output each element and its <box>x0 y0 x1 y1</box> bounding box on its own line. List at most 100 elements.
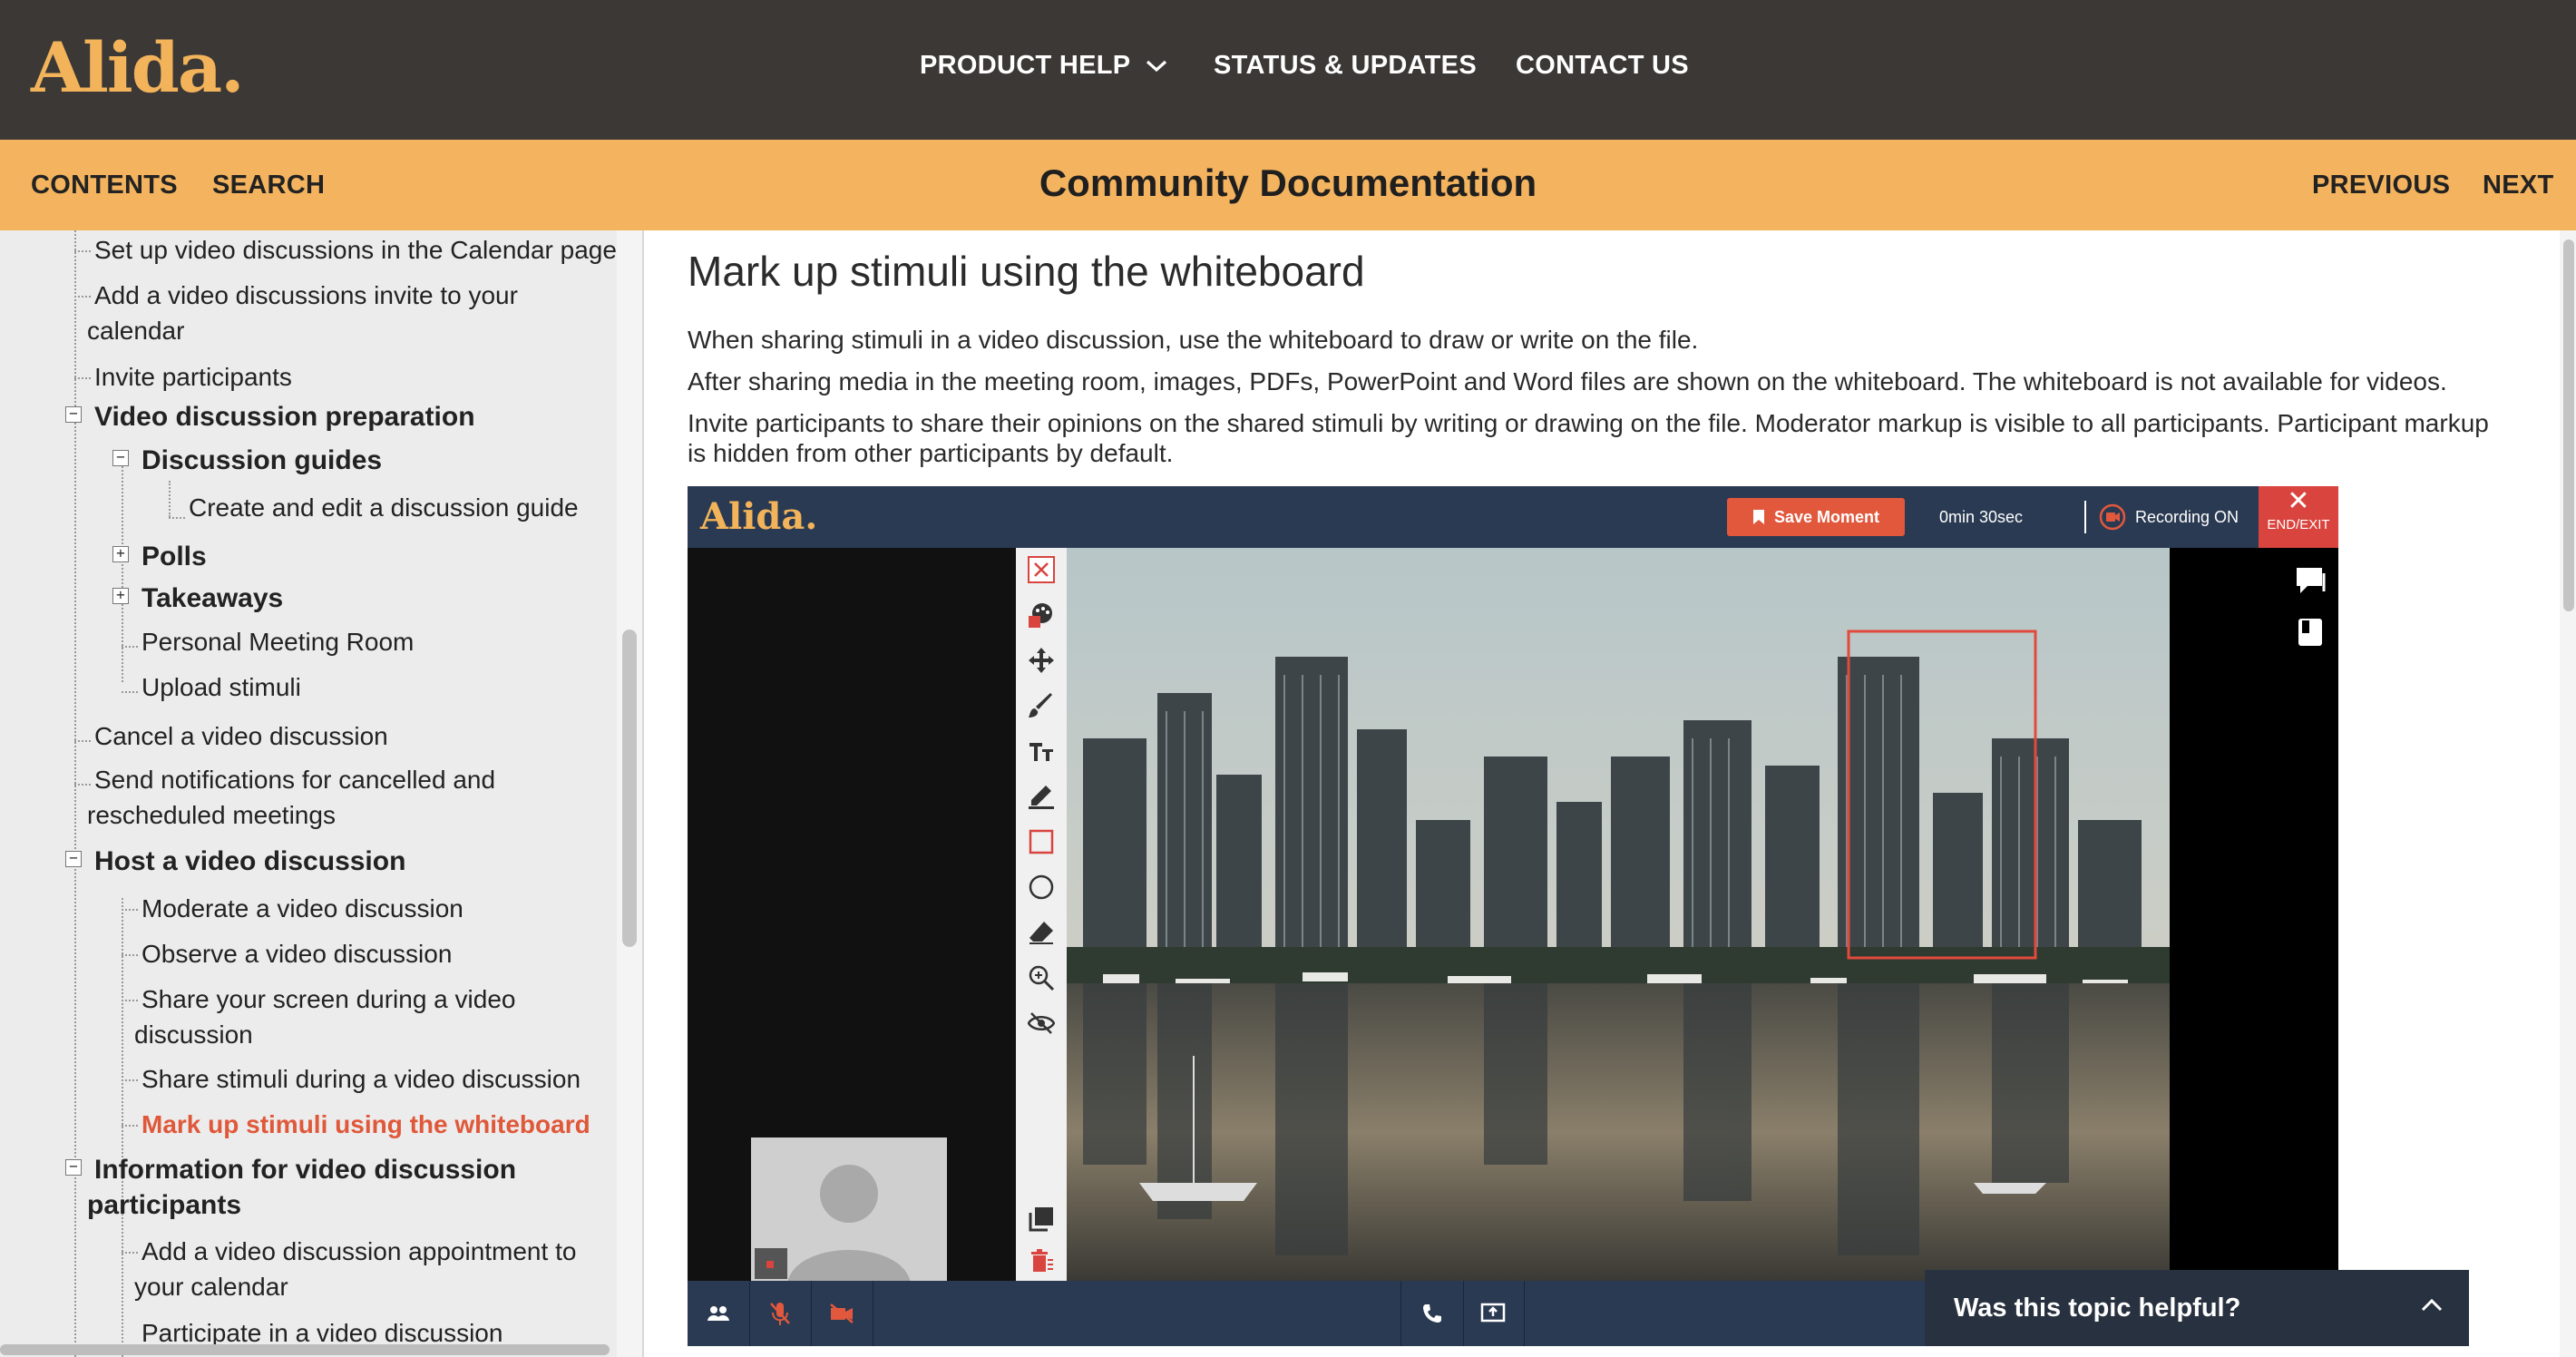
zoom-icon <box>1027 963 1056 992</box>
hide-markup-icon <box>1027 1009 1056 1038</box>
side-panel <box>2170 548 2338 1281</box>
top-header: Alida. PRODUCT HELP STATUS & UPDATES CON… <box>0 0 2576 140</box>
toc-link[interactable]: Set up video discussions in the Calendar… <box>94 232 617 268</box>
toc-link[interactable]: Cancel a video discussion <box>94 718 388 754</box>
site-title: Community Documentation <box>1039 161 1537 204</box>
paragraph: After sharing media in the meeting room,… <box>688 367 2447 395</box>
city-skyline-image <box>1067 548 2170 1281</box>
sidebar-horizontal-scrollbar[interactable] <box>0 1344 610 1355</box>
mic-muted-icon <box>749 1281 812 1346</box>
whiteboard-toolbar <box>1016 548 1067 1281</box>
feedback-widget[interactable]: Was this topic helpful? <box>1925 1270 2469 1346</box>
meeting-header: Alida. Save Moment 0min 30sec Recording … <box>688 486 2338 548</box>
end-exit-button: ✕ END/EXIT <box>2259 486 2338 548</box>
save-moment-label: Save Moment <box>1773 507 1880 526</box>
trash-icon <box>1027 1246 1056 1275</box>
toc-link[interactable]: Create and edit a discussion guide <box>189 490 579 525</box>
brush-icon <box>1027 691 1056 720</box>
nav-product-help-label: PRODUCT HELP <box>920 51 1131 80</box>
chevron-down-icon <box>1147 60 1167 72</box>
collapse-toggle-icon[interactable]: − <box>65 406 82 423</box>
close-whiteboard-icon <box>1027 555 1056 584</box>
stimulus-image <box>1067 548 2170 1281</box>
toc-sidebar: − − + + − − Set up video discussions in … <box>0 230 617 1357</box>
page-title: Mark up stimuli using the whiteboard <box>688 248 1365 295</box>
tree-line <box>74 230 76 1357</box>
text-size-icon <box>1027 737 1056 766</box>
rectangle-icon <box>1027 827 1056 856</box>
eraser-icon <box>1027 918 1056 947</box>
tree-line <box>122 455 123 682</box>
chat-icon <box>2297 568 2326 593</box>
pen-icon <box>1027 782 1056 811</box>
tree-line <box>122 954 138 956</box>
tree-line <box>74 740 91 742</box>
toc-section[interactable]: Information for video discussion partici… <box>87 1152 559 1223</box>
toc-link[interactable]: Share stimuli during a video discussion <box>141 1061 581 1097</box>
toc-section[interactable]: Polls <box>141 539 207 574</box>
toc-section[interactable]: Host a video discussion <box>94 844 405 879</box>
feedback-label: Was this topic helpful? <box>1954 1294 2241 1323</box>
next-link[interactable]: NEXT <box>2483 171 2554 200</box>
paragraph: When sharing stimuli in a video discussi… <box>688 326 1699 354</box>
save-moment-button: Save Moment <box>1727 498 1905 536</box>
tree-line <box>169 481 171 517</box>
whiteboard-screenshot: Alida. Save Moment 0min 30sec Recording … <box>688 486 2338 1346</box>
tree-line <box>169 517 185 519</box>
toc-link[interactable]: Add a video discussion appointment to yo… <box>134 1234 606 1304</box>
bookmark-icon <box>1752 510 1764 524</box>
tree-line <box>122 1079 138 1081</box>
phone-icon <box>1400 1281 1464 1346</box>
previous-link[interactable]: PREVIOUS <box>2312 171 2450 200</box>
toc-section[interactable]: Discussion guides <box>141 443 382 478</box>
collapse-toggle-icon[interactable]: − <box>65 851 82 867</box>
alida-logo: Alida. <box>700 495 818 538</box>
toc-section[interactable]: Video discussion preparation <box>94 399 475 434</box>
avatar-placeholder-icon <box>755 1165 911 1283</box>
toc-link[interactable]: Share your screen during a video discuss… <box>134 981 570 1052</box>
self-camera-tile <box>751 1137 947 1283</box>
toc-link-active[interactable]: Mark up stimuli using the whiteboard <box>141 1107 590 1142</box>
expand-toggle-icon[interactable]: + <box>112 546 129 562</box>
tree-line <box>74 377 91 379</box>
move-icon <box>1027 646 1056 675</box>
layers-icon <box>1027 1205 1056 1234</box>
tree-line <box>122 691 138 693</box>
end-exit-label: END/EXIT <box>2267 517 2330 532</box>
toc-link[interactable]: Upload stimuli <box>141 669 301 705</box>
participants-icon <box>688 1281 750 1346</box>
meeting-timer: 0min 30sec <box>1939 508 2024 526</box>
tree-line <box>122 909 138 911</box>
camera-icon <box>2099 503 2126 531</box>
tree-line <box>122 1125 138 1127</box>
recording-status: Recording ON <box>2084 501 2239 533</box>
expand-toggle-icon[interactable]: + <box>112 588 129 604</box>
toc-link[interactable]: Invite participants <box>94 359 292 395</box>
sidebar-scrollbar-thumb[interactable] <box>622 630 637 947</box>
share-screen-icon <box>1462 1281 1525 1346</box>
paragraph: Invite participants to share their opini… <box>688 409 2489 467</box>
toc-link[interactable]: Observe a video discussion <box>141 936 452 971</box>
nav-product-help[interactable]: PRODUCT HELP <box>920 51 1168 81</box>
nav-status-updates[interactable]: STATUS & UPDATES <box>1214 51 1477 81</box>
tree-line <box>74 250 91 252</box>
recording-label: Recording ON <box>2135 507 2239 526</box>
chevron-up-icon[interactable] <box>2420 1297 2444 1313</box>
tree-line <box>122 646 138 648</box>
collapse-toggle-icon[interactable]: − <box>65 1159 82 1176</box>
close-icon: ✕ <box>2287 486 2310 516</box>
toc-link[interactable]: Add a video discussions invite to your c… <box>87 278 577 348</box>
toc-link[interactable]: Personal Meeting Room <box>141 624 414 659</box>
circle-icon <box>1027 873 1056 902</box>
collapse-toggle-icon[interactable]: − <box>112 450 129 466</box>
toc-link[interactable]: Moderate a video discussion <box>141 891 463 926</box>
palette-icon <box>1027 600 1056 630</box>
camera-off-icon <box>811 1281 873 1346</box>
page-scrollbar-thumb[interactable] <box>2563 239 2574 611</box>
alida-logo[interactable]: Alida. <box>31 27 245 108</box>
divider <box>642 230 644 1357</box>
toc-section[interactable]: Takeaways <box>141 581 283 616</box>
toc-link[interactable]: Send notifications for cancelled and res… <box>87 762 559 833</box>
nav-contact-us[interactable]: CONTACT US <box>1516 51 1689 81</box>
notes-icon <box>2298 619 2322 646</box>
